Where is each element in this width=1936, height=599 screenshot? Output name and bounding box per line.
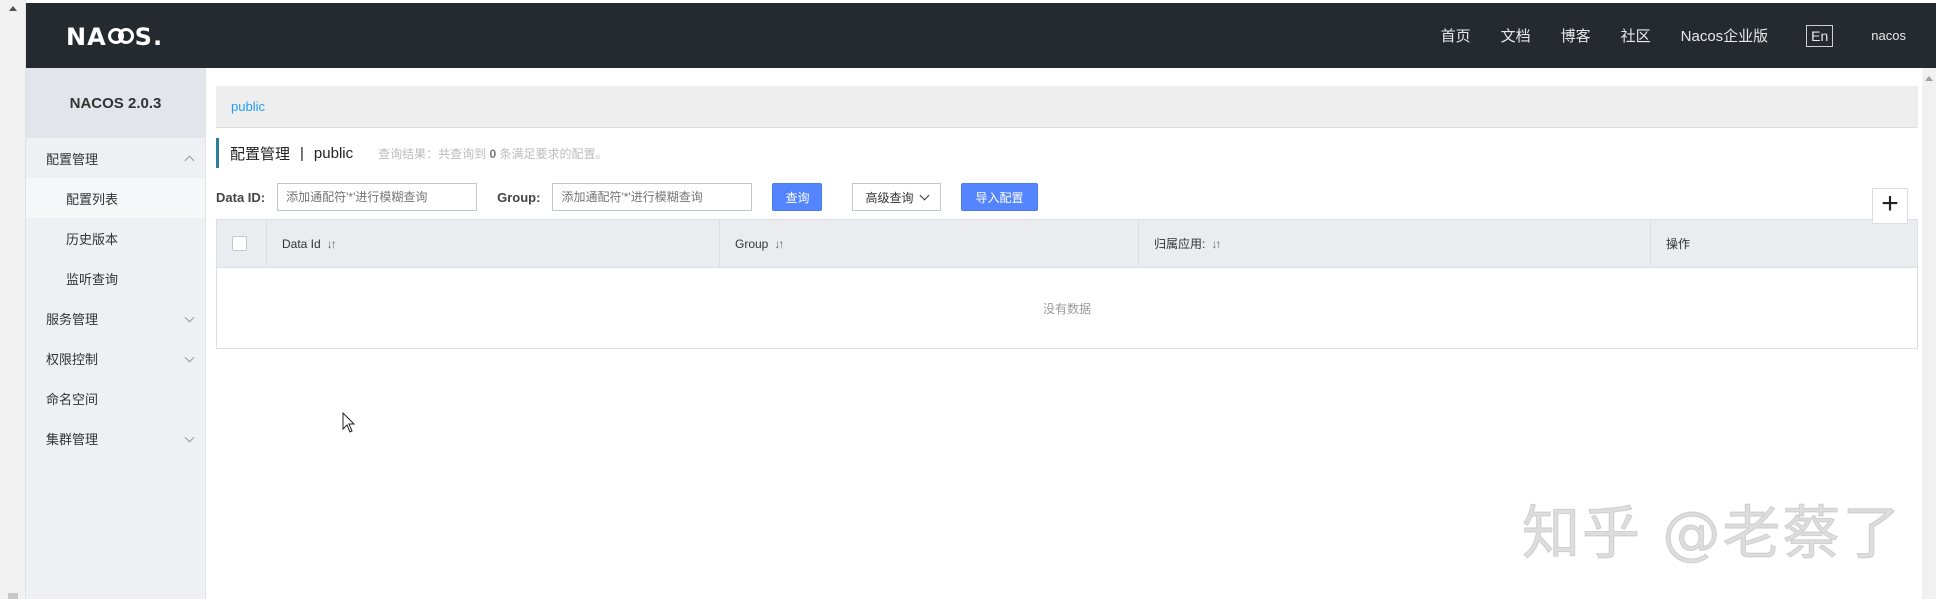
top-navbar: NA S. 首页 文档 博客 社区 Nacos企业版 En nacos (26, 3, 1936, 68)
namespace-link[interactable]: public (231, 99, 265, 114)
group-label: Group: (497, 189, 541, 205)
chevron-down-icon (184, 352, 195, 363)
column-label: Group (735, 236, 769, 251)
sidebar-group-label: 配置管理 (46, 151, 99, 167)
sidebar-group-label: 权限控制 (46, 351, 99, 367)
sort-icon[interactable]: ↓↑ (327, 237, 337, 251)
table-empty-state: 没有数据 (1042, 301, 1091, 316)
column-data-id[interactable]: Data Id ↓↑ (267, 219, 720, 268)
sidebar-title: NACOS 2.0.3 (26, 68, 205, 138)
query-result-text: 查询结果：共查询到 0 条满足要求的配置。 (378, 146, 608, 161)
column-label: 归属应用: (1154, 237, 1206, 251)
sidebar-item-config-list[interactable]: 配置列表 (26, 178, 205, 218)
language-toggle-button[interactable]: En (1806, 24, 1834, 47)
sidebar-group-label: 服务管理 (46, 311, 99, 327)
logo-double-o-icon (107, 28, 134, 44)
column-actions: 操作 (1651, 220, 1917, 268)
table-header: Data Id ↓↑ Group ↓↑ 归属应用: ↓↑ 操作 (217, 219, 1917, 268)
advanced-search-label: 高级查询 (865, 190, 914, 205)
group-input[interactable] (552, 183, 753, 211)
data-id-label: Data ID: (216, 189, 266, 205)
chevron-down-icon (184, 432, 195, 443)
sidebar-group-service-management[interactable]: 服务管理 (26, 298, 205, 338)
chevron-down-icon (920, 190, 930, 200)
nav-docs[interactable]: 文档 (1501, 25, 1531, 46)
sidebar-group-cluster-management[interactable]: 集群管理 (26, 418, 205, 458)
sidebar-item-history[interactable]: 历史版本 (26, 218, 205, 258)
page-title: 配置管理 (230, 145, 291, 163)
chevron-up-icon (184, 155, 195, 166)
main-content: public 配置管理 | public 查询结果：共查询到 0 条满足要求的配… (216, 86, 1918, 349)
watermark: 知乎 @老蔡了 (1521, 499, 1903, 568)
column-app[interactable]: 归属应用: ↓↑ (1139, 219, 1651, 268)
data-id-input[interactable] (277, 183, 478, 211)
sidebar-item-listener-query[interactable]: 监听查询 (26, 258, 205, 298)
sidebar-group-access-control[interactable]: 权限控制 (26, 338, 205, 378)
import-config-button[interactable]: 导入配置 (961, 183, 1038, 211)
nacos-logo[interactable]: NA S. (66, 23, 163, 51)
config-table: Data Id ↓↑ Group ↓↑ 归属应用: ↓↑ 操作 没有数据 (216, 219, 1918, 349)
page-right-scrollbar[interactable] (1922, 68, 1936, 599)
sort-icon[interactable]: ↓↑ (1211, 237, 1221, 251)
column-label: 操作 (1666, 237, 1691, 251)
result-count: 0 (489, 146, 497, 161)
mouse-cursor-icon (342, 412, 356, 433)
column-group[interactable]: Group ↓↑ (720, 219, 1139, 268)
nav-enterprise[interactable]: Nacos企业版 (1681, 25, 1769, 46)
scroll-up-arrow-icon[interactable] (9, 6, 17, 11)
add-config-button[interactable]: + (1872, 188, 1908, 224)
title-separator: | (300, 144, 304, 162)
scroll-thumb[interactable] (8, 593, 18, 599)
filter-bar: Data ID: Group: 查询 高级查询 导入配置 + (216, 182, 1918, 224)
sidebar-group-config-management[interactable]: 配置管理 (26, 138, 205, 178)
namespace-name: public (313, 144, 354, 162)
column-label: Data Id (282, 236, 321, 251)
user-menu[interactable]: nacos (1871, 28, 1906, 43)
nav-community[interactable]: 社区 (1621, 25, 1651, 46)
select-all-cell (217, 219, 267, 268)
advanced-search-button[interactable]: 高级查询 (852, 183, 942, 211)
chevron-down-icon (184, 312, 195, 323)
sidebar-group-label: 命名空间 (46, 391, 99, 407)
top-nav-menu: 首页 文档 博客 社区 Nacos企业版 En nacos (1441, 3, 1936, 68)
sort-icon[interactable]: ↓↑ (774, 237, 784, 251)
nav-home[interactable]: 首页 (1441, 25, 1471, 46)
sidebar: NACOS 2.0.3 配置管理 配置列表 历史版本 监听查询 服务管理 权限控… (26, 68, 206, 599)
select-all-checkbox[interactable] (232, 236, 247, 251)
namespace-breadcrumb: public (216, 86, 1918, 128)
page-header: 配置管理 | public 查询结果：共查询到 0 条满足要求的配置。 (216, 138, 1918, 168)
search-button[interactable]: 查询 (772, 183, 823, 211)
scroll-up-arrow-icon[interactable] (1925, 76, 1933, 81)
sidebar-item-namespace[interactable]: 命名空间 (26, 378, 205, 418)
sidebar-group-label: 集群管理 (46, 431, 99, 447)
nav-blog[interactable]: 博客 (1561, 25, 1591, 46)
browser-left-scrollbar[interactable] (0, 0, 26, 599)
